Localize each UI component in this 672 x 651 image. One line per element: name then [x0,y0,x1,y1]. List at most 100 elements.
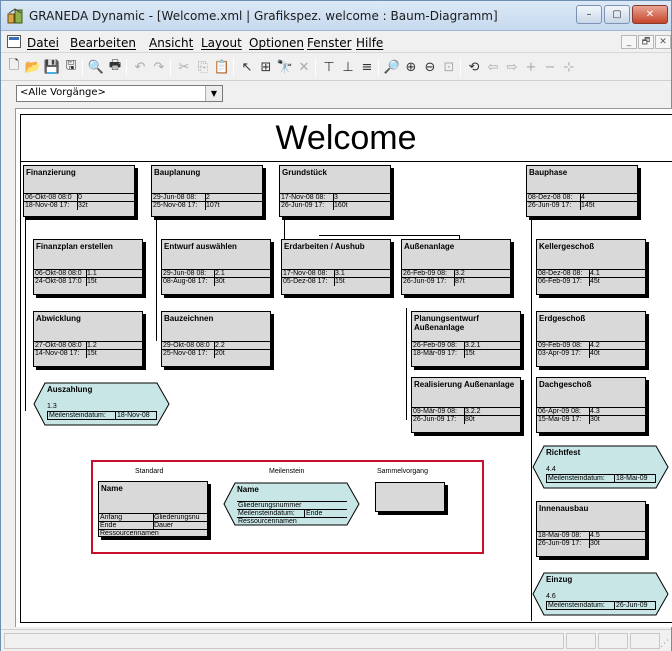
task-start: 29-Jun-08 08: [163,270,207,277]
mdi-close-button[interactable]: ✕ [655,35,671,49]
undo-icon[interactable]: ↶ [131,58,149,76]
task-box[interactable]: Finanzplan erstellen 06-Okt-08 08:0 1.1 2… [33,239,144,295]
connector-line [531,206,532,621]
task-row-start: 06-Okt-08 08:0 1.1 [34,269,144,277]
insert-box-icon[interactable]: ⊞ [257,58,275,76]
task-row-start: 09-Mär-09 08: 3.2.2 [412,407,522,415]
menu-datei[interactable]: Datei [27,36,59,50]
task-box[interactable]: Dachgeschoß 06-Apr-09 08: 4.3 15-Mai-09 1… [536,377,647,433]
expand-icon[interactable]: ⊹ [560,58,578,76]
task-name: Bauzeichnen [164,314,214,323]
menu-bearbeiten[interactable]: Bearbeiten [70,36,136,50]
filter-bar: <Alle Vorgänge> ▼ [1,82,671,105]
print-icon[interactable]: 🖶 [106,58,124,76]
menu-optionen[interactable]: Optionen [249,36,304,50]
legend-standard-box: Name Anfang Gliederungsnu Ende Dauer Resso… [98,481,209,537]
task-row-start: 06-Okt-08 08:0 0 [24,193,136,201]
mdi-minimize-button[interactable]: _ [621,35,637,49]
task-box[interactable]: Innenausbau 18-Mai-09 08: 4.5 26-Jun-09 1… [536,501,647,557]
zoom-out-icon[interactable]: ⊖ [421,58,439,76]
resize-grip-icon[interactable]: ⋰ [660,639,669,649]
menu-fenster[interactable]: Fenster [307,36,352,50]
minus-icon[interactable]: − [541,58,559,76]
task-start: 09-Feb-09 08: [538,342,582,349]
align-icon[interactable]: ≡ [358,58,376,76]
pointer-icon[interactable]: ↖ [238,58,256,76]
milestone-box[interactable]: Richtfest 4.4 Meilensteindatum: 18-Mai-09 [532,445,672,489]
task-duration: 80t [465,416,475,423]
menu-layout[interactable]: Layout [201,36,242,50]
diagram-canvas[interactable]: Welcome Finanzierung 06-Okt-08 08:0 0 18-… [15,108,672,627]
zoom-page-icon[interactable]: ⊡ [440,58,458,76]
task-row-start: 27-Okt-08 08:0 1.2 [34,341,144,349]
task-row-start: 18-Mai-09 08: 4.5 [537,531,647,539]
task-box[interactable]: Realisierung Außenanlage 09-Mär-09 08: 3.… [411,377,522,433]
task-box[interactable]: Bauplanung 29-Jun-08 08: 2 25-Nov-08 17: 1… [151,165,264,217]
zoom-fit-icon[interactable]: 🔎 [383,58,401,76]
refresh-icon[interactable]: ⟲ [465,58,483,76]
save-all-icon[interactable]: 🖫 [62,58,80,76]
menu-hilfe[interactable]: Hilfe [356,36,383,50]
milestone-box[interactable]: Einzug 4.6 Meilensteindatum: 26-Jun-09 [532,572,672,616]
task-row-end: 05-Dez-08 17: 15t [282,277,392,285]
plus-icon[interactable]: + [522,58,540,76]
mdi-restore-button[interactable]: 🗗 [638,35,654,49]
legend-summary-box [375,482,445,512]
milestone-date-row: Meilensteindatum: 26-Jun-09 [546,601,656,610]
legend-milestone-code: Gliederungsnummer [237,501,347,509]
toolbar-separator [378,59,379,76]
task-box[interactable]: Entwurf auswählen 29-Jun-08 08: 2.1 08-Au… [161,239,272,295]
copy-icon[interactable]: ⎘ [194,58,212,76]
task-box[interactable]: Bauzeichnen 29-Okt-08 08:0 2.2 25-Nov-08 … [161,311,272,367]
close-button[interactable]: ✕ [632,5,668,24]
open-icon[interactable]: 📂 [24,58,42,76]
redo-icon[interactable]: ↷ [150,58,168,76]
task-box[interactable]: Außenanlage 26-Feb-09 08: 3.2 26-Jun-09 1… [401,239,512,295]
paste-icon[interactable]: 📋 [213,58,231,76]
milestone-date-label: Meilensteindatum: [548,602,605,609]
task-row-start: 09-Feb-09 08: 4.2 [537,341,647,349]
cell-divider [333,193,334,210]
task-box[interactable]: Abwicklung 27-Okt-08 08:0 1.2 14-Nov-08 1… [33,311,144,367]
milestone-box[interactable]: Auszahlung 1.3 Meilensteindatum: 18-Nov-0… [33,382,173,426]
arrow-right-icon[interactable]: ⇨ [503,58,521,76]
hierarchy-icon[interactable]: ⊥ [339,58,357,76]
new-icon[interactable]: 🗋 [5,58,23,76]
task-code: 2.1 [215,270,225,277]
minimize-button[interactable]: – [576,5,602,24]
task-start: 26-Feb-09 08: [413,342,457,349]
task-box[interactable]: Bauphase 08-Dez-08 08: 4 26-Jun-09 17: 145… [526,165,639,217]
task-end: 06-Feb-09 17: [538,278,582,285]
task-box[interactable]: Erdgeschoß 09-Feb-09 08: 4.2 03-Apr-09 17… [536,311,647,367]
menu-ansicht[interactable]: Ansicht [149,36,193,50]
task-box[interactable]: Kellergeschoß 08-Dez-08 08: 4.1 06-Feb-09… [536,239,647,295]
delete-icon[interactable]: ✕ [295,58,313,76]
task-filter-select[interactable]: <Alle Vorgänge> ▼ [16,85,223,102]
zoom-in-icon[interactable]: ⊕ [402,58,420,76]
task-row-end: 25-Nov-08 17: 20t [162,349,272,357]
milestone-name: Richtfest [546,448,581,457]
task-box[interactable]: Finanzierung 06-Okt-08 08:0 0 18-Nov-08 1… [23,165,136,217]
task-end: 25-Nov-08 17: [153,202,198,209]
chevron-down-icon[interactable]: ▼ [205,86,222,101]
print-preview-icon[interactable]: 🔍 [87,58,105,76]
task-box[interactable]: Planungsentwurf Außenanlage 26-Feb-09 08:… [411,311,522,367]
document-icon[interactable] [7,35,21,48]
task-box[interactable]: Grundstück 17-Nov-08 08: 3 26-Jun-09 17: 1… [279,165,392,217]
save-icon[interactable]: 💾 [43,58,61,76]
task-row-start: 29-Jun-08 08: 2 [152,193,264,201]
find-icon[interactable]: 🔭 [276,58,294,76]
task-row-start: 06-Apr-09 08: 4.3 [537,407,647,415]
task-row-end: 26-Jun-09 17: 30t [537,539,647,547]
tree-layout-icon[interactable]: ⊤ [320,58,338,76]
task-name: Entwurf auswählen [164,242,237,251]
task-box[interactable]: Erdarbeiten / Aushub 17-Nov-08 08: 3.1 05… [281,239,392,295]
maximize-button[interactable]: ▢ [604,5,630,24]
cell-divider [464,407,465,424]
task-code: 2 [206,194,210,201]
cut-icon[interactable]: ✂ [175,58,193,76]
title-bar[interactable]: GRANEDA Dynamic - [Welcome.xml | Grafiks… [1,1,671,31]
task-end: 26-Jun-09 17: [538,540,582,547]
arrow-left-icon[interactable]: ⇦ [484,58,502,76]
task-row-end: 03-Apr-09 17: 40t [537,349,647,357]
